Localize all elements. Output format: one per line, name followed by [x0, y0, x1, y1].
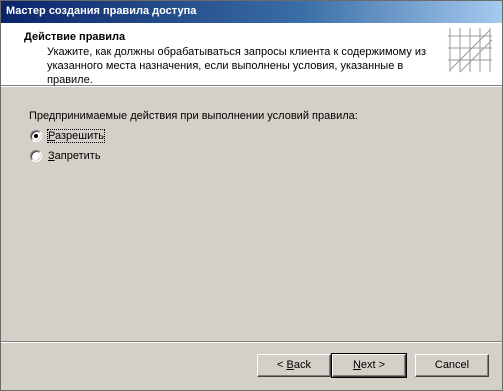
wizard-header: Действие правила Укажите, как должны обр…: [1, 23, 502, 86]
page-description: Укажите, как должны обрабатываться запро…: [47, 46, 427, 86]
allow-label-rest: азрешить: [54, 130, 104, 142]
deny-mnemonic: З: [48, 150, 55, 162]
next-rest: ext >: [360, 359, 386, 371]
window-title: Мастер создания правила доступа: [6, 5, 197, 17]
action-prompt: Предпринимаемые действия при выполнении …: [29, 110, 358, 122]
allow-label[interactable]: Разрешить: [47, 129, 105, 143]
next-button[interactable]: Next >: [331, 353, 407, 378]
back-mnemonic: B: [286, 359, 294, 371]
allow-radio[interactable]: [30, 130, 42, 142]
header-divider: [1, 86, 502, 87]
back-rest: ack: [293, 359, 311, 371]
title-bar[interactable]: Мастер создания правила доступа: [1, 1, 502, 23]
wizard-window: Мастер создания правила доступа Действие…: [0, 0, 503, 391]
footer-separator: [1, 341, 502, 343]
deny-radio[interactable]: [30, 150, 42, 162]
page-title: Действие правила: [24, 31, 126, 43]
firewall-wall-icon: [446, 26, 494, 74]
next-mnemonic: N: [352, 359, 361, 371]
back-prefix: <: [277, 359, 287, 371]
allow-mnemonic: Р: [48, 130, 55, 142]
cancel-button[interactable]: Cancel: [415, 354, 489, 377]
deny-radio-option[interactable]: Запретить: [30, 148, 101, 164]
deny-label[interactable]: Запретить: [48, 150, 101, 162]
allow-radio-option[interactable]: Разрешить: [30, 128, 105, 144]
back-button[interactable]: < Back: [257, 354, 331, 377]
deny-label-rest: апретить: [54, 150, 101, 162]
